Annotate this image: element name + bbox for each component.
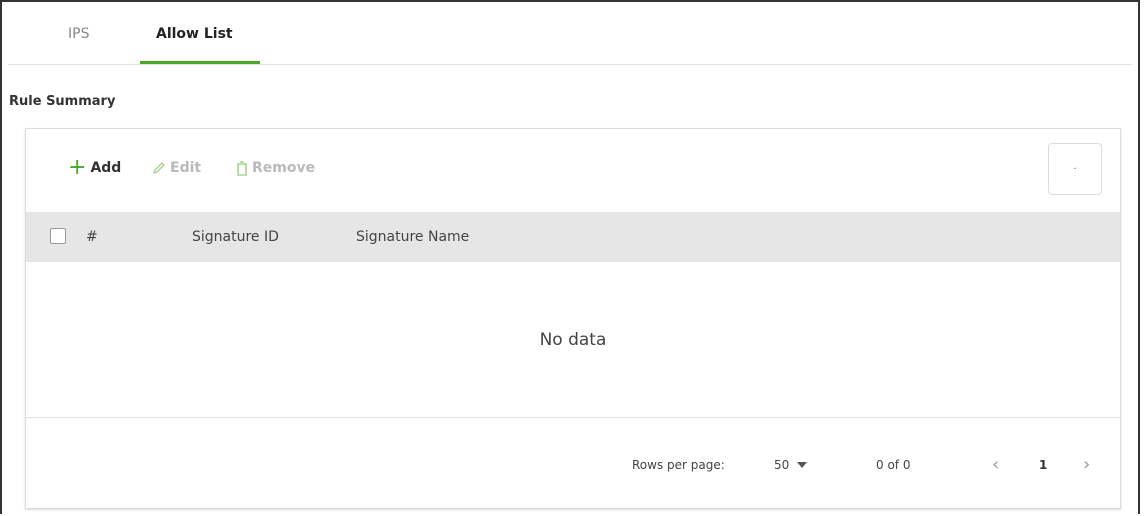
caret-down-icon — [797, 462, 808, 468]
add-label: Add — [90, 160, 122, 176]
pagination-bar: Rows per page: 50 0 of 0 ‹ 1 › — [26, 417, 1120, 510]
rows-per-page-select[interactable]: 50 — [774, 458, 808, 472]
empty-state-text: No data — [539, 329, 607, 350]
column-settings-icon: · — [1073, 163, 1077, 175]
column-header-signature-id[interactable]: Signature ID — [192, 229, 279, 245]
edit-label: Edit — [170, 160, 202, 176]
column-header-signature-name[interactable]: Signature Name — [356, 229, 469, 245]
chevron-right-icon[interactable]: › — [1083, 454, 1090, 475]
page-range: 0 of 0 — [876, 458, 911, 472]
plus-icon: + — [68, 155, 87, 180]
chevron-left-icon[interactable]: ‹ — [992, 454, 999, 475]
tab-allow-list[interactable]: Allow List — [156, 26, 233, 42]
rows-per-page-value: 50 — [774, 458, 790, 472]
remove-button[interactable]: Remove — [236, 160, 315, 176]
add-button[interactable]: + Add — [68, 155, 122, 180]
rows-per-page-label: Rows per page: — [632, 458, 725, 472]
pencil-icon — [152, 161, 166, 175]
section-title: Rule Summary — [9, 94, 116, 109]
table-header: # Signature ID Signature Name — [26, 212, 1120, 262]
tab-divider — [8, 64, 1132, 65]
empty-state: No data — [26, 262, 1120, 417]
edit-button[interactable]: Edit — [152, 160, 201, 176]
remove-label: Remove — [252, 160, 316, 176]
tab-ips[interactable]: IPS — [68, 26, 89, 42]
current-page: 1 — [1039, 458, 1048, 472]
tab-bar: IPS Allow List — [2, 2, 1136, 65]
app-frame: IPS Allow List Rule Summary + Add Edit R… — [0, 0, 1140, 514]
trash-icon — [236, 160, 248, 176]
column-settings-button[interactable]: · — [1048, 143, 1102, 195]
select-all-checkbox[interactable] — [50, 228, 66, 244]
column-header-number[interactable]: # — [86, 229, 98, 245]
rule-summary-panel: + Add Edit Remove · # Signature ID Signa… — [25, 128, 1121, 509]
toolbar: + Add Edit Remove · — [26, 129, 1120, 211]
